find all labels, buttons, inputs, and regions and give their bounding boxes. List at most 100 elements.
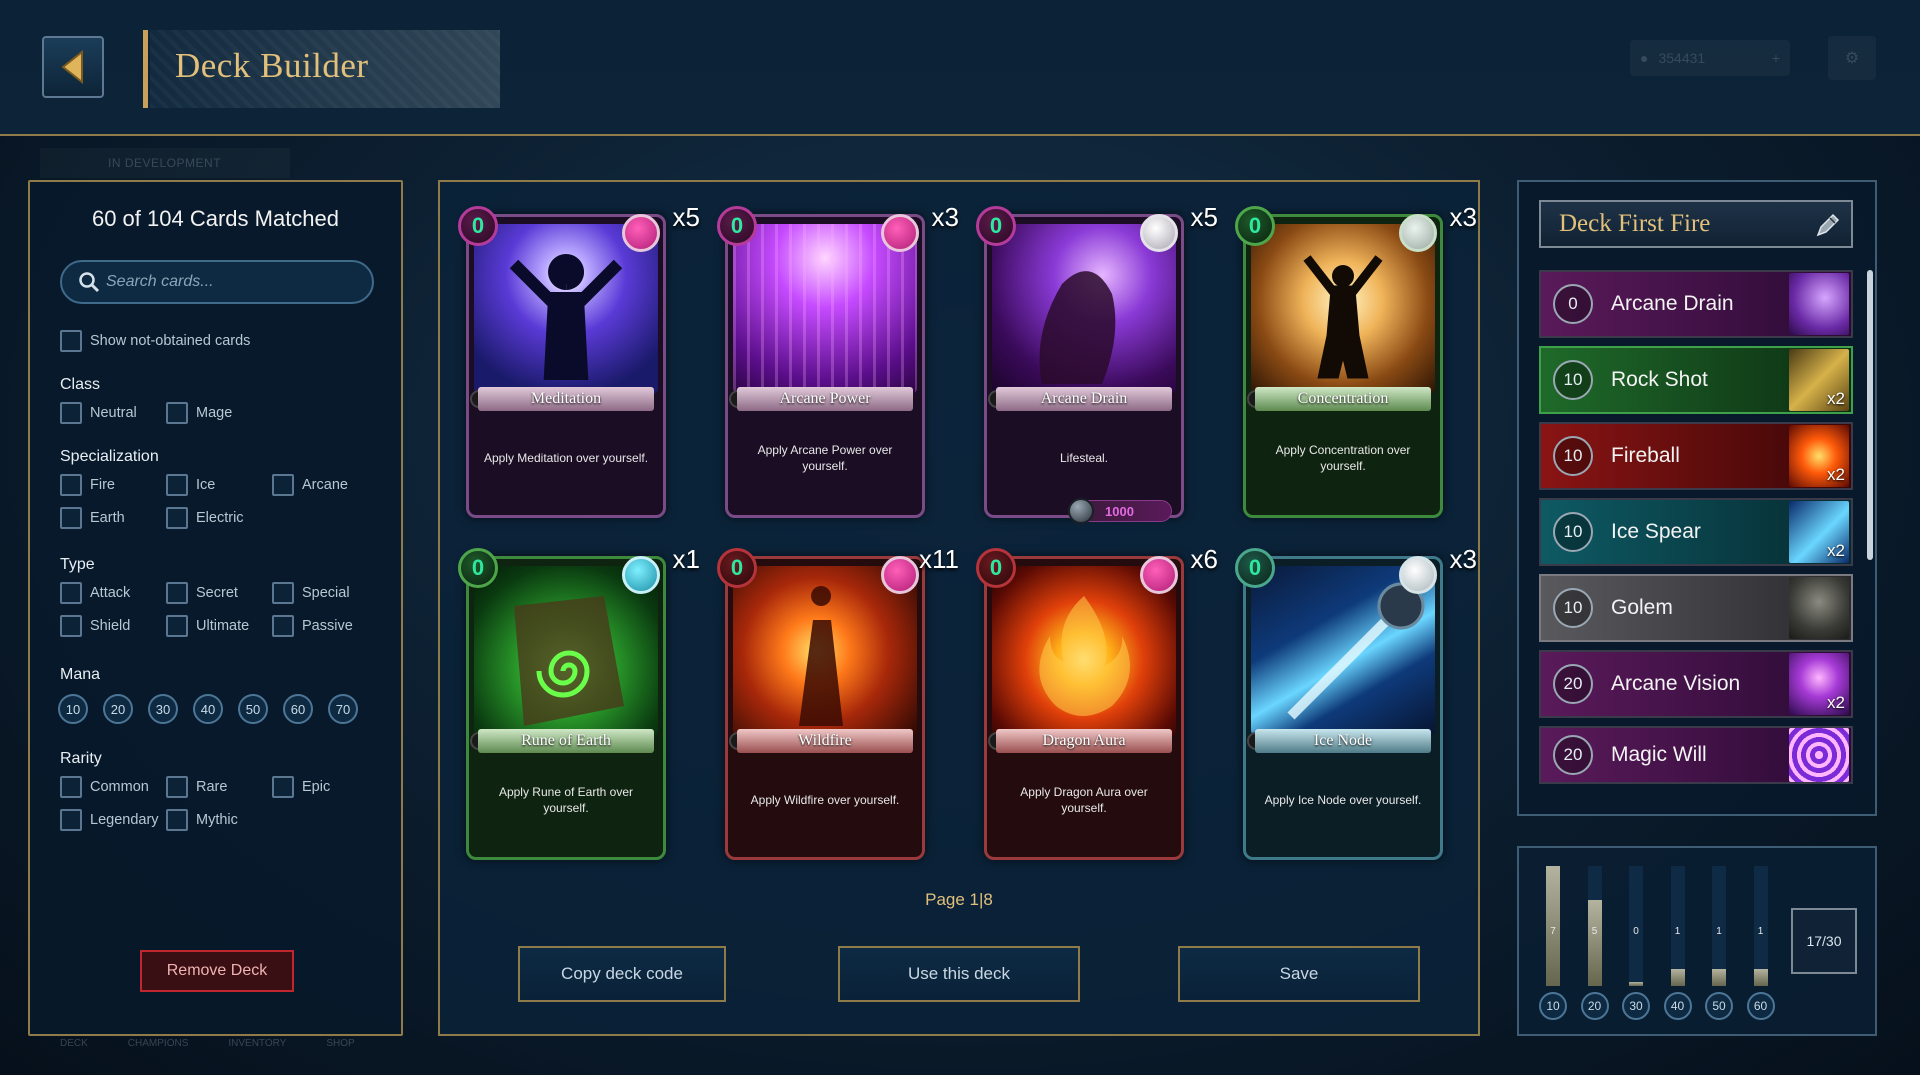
mana-curve-count: 5: [1591, 926, 1598, 937]
mana-filter-50[interactable]: 50: [238, 694, 268, 724]
checkbox[interactable]: [272, 582, 294, 604]
mana-filter-40[interactable]: 40: [193, 694, 223, 724]
deck-name-field[interactable]: Deck First Fire: [1539, 200, 1853, 248]
checkbox[interactable]: [166, 402, 188, 424]
checkbox[interactable]: [60, 402, 82, 424]
checkbox-label: Common: [90, 779, 149, 795]
card-meditation[interactable]: Meditation Apply Meditation over yoursel…: [458, 202, 700, 518]
filter-type-passive[interactable]: Passive: [272, 615, 353, 637]
card-art: [992, 224, 1176, 394]
filter-rarity-rare[interactable]: Rare: [166, 776, 227, 798]
filter-spec-earth[interactable]: Earth: [60, 507, 125, 529]
filter-type-ultimate[interactable]: Ultimate: [166, 615, 249, 637]
dev-badge: IN DEVELOPMENT: [40, 148, 290, 178]
checkbox-label: Earth: [90, 510, 125, 526]
mana-curve-label: 20: [1580, 992, 1609, 1020]
nav-inventory[interactable]: INVENTORY: [228, 1038, 286, 1049]
filter-spec-fire[interactable]: Fire: [60, 474, 115, 496]
card-ice-node[interactable]: Ice Node Apply Ice Node over yourself. 0…: [1235, 544, 1477, 860]
mana-curve-count: 1: [1716, 926, 1722, 937]
card-mana-cost: 0: [717, 548, 757, 588]
checkbox[interactable]: [166, 776, 188, 798]
mana-filter-10[interactable]: 10: [58, 694, 88, 724]
pencil-edit-icon[interactable]: [1813, 210, 1843, 240]
mana-filter-20[interactable]: 20: [103, 694, 133, 724]
checkbox[interactable]: [272, 474, 294, 496]
checkbox[interactable]: [166, 507, 188, 529]
checkbox[interactable]: [272, 615, 294, 637]
filter-type-secret[interactable]: Secret: [166, 582, 238, 604]
search-box[interactable]: [60, 260, 374, 304]
deck-item-arcane-vision[interactable]: 20 Arcane Vision x2: [1539, 650, 1853, 718]
card-name: Arcane Power: [737, 387, 913, 411]
filter-spec-arcane[interactable]: Arcane: [272, 474, 348, 496]
deck-scrollbar[interactable]: [1867, 270, 1873, 560]
mana-curve-label: 50: [1705, 992, 1733, 1020]
mana-filter-60[interactable]: 60: [283, 694, 313, 724]
filter-spec-ice[interactable]: Ice: [166, 474, 215, 496]
filter-spec-electric[interactable]: Electric: [166, 507, 244, 529]
mana-filter-30[interactable]: 30: [148, 694, 178, 724]
card-arcane-power[interactable]: Arcane Power Apply Arcane Power over you…: [717, 202, 959, 518]
search-icon: [79, 272, 100, 293]
card-wildfire[interactable]: Wildfire Apply Wildfire over yourself. 0…: [717, 544, 959, 860]
coin-icon: ●: [1640, 50, 1649, 66]
save-button[interactable]: Save: [1178, 946, 1420, 1002]
remove-deck-button[interactable]: Remove Deck: [140, 950, 294, 992]
checkbox[interactable]: [166, 582, 188, 604]
card-rune-of-earth[interactable]: Rune of Earth Apply Rune of Earth over y…: [458, 544, 700, 860]
filter-type-attack[interactable]: Attack: [60, 582, 130, 604]
card-name: Ice Node: [1255, 729, 1431, 753]
deck-item-multiplier: x2: [1827, 541, 1845, 560]
filter-rarity-common[interactable]: Common: [60, 776, 149, 798]
card-count: x11: [919, 544, 959, 574]
deck-item-golem[interactable]: 10 Golem: [1539, 574, 1853, 642]
back-button[interactable]: [42, 36, 104, 98]
add-currency-icon[interactable]: +: [1772, 50, 1780, 66]
checkbox[interactable]: [60, 474, 82, 496]
card-dragon-aura[interactable]: Dragon Aura Apply Dragon Aura over yours…: [976, 544, 1218, 860]
deck-item-ice-spear[interactable]: 10 Ice Spear x2: [1539, 498, 1853, 566]
deck-item-fireball[interactable]: 10 Fireball x2: [1539, 422, 1853, 490]
nav-champions[interactable]: CHAMPIONS: [128, 1038, 189, 1049]
mana-curve-bar: [1712, 969, 1726, 986]
checkbox[interactable]: [60, 809, 82, 831]
copy-deck-code-button[interactable]: Copy deck code: [518, 946, 726, 1002]
filter-rarity-legendary[interactable]: Legendary: [60, 809, 159, 831]
card-arcane-drain[interactable]: Arcane Drain Lifesteal. 0 x5 1000: [976, 202, 1218, 524]
filter-class-mage[interactable]: Mage: [166, 402, 232, 424]
checkbox[interactable]: [272, 776, 294, 798]
mana-curve-label: 30: [1622, 992, 1650, 1020]
card-concentration[interactable]: Concentration Apply Concentration over y…: [1235, 202, 1477, 518]
settings-button[interactable]: ⚙: [1828, 36, 1876, 80]
search-input[interactable]: [106, 273, 346, 291]
deck-item-arcane-drain[interactable]: 0 Arcane Drain: [1539, 270, 1853, 338]
deck-item-cost: 20: [1553, 735, 1593, 775]
use-this-deck-button[interactable]: Use this deck: [838, 946, 1080, 1002]
filter-class-neutral[interactable]: Neutral: [60, 402, 137, 424]
checkbox[interactable]: [60, 507, 82, 529]
filter-rarity-mythic[interactable]: Mythic: [166, 809, 238, 831]
currency-display: ● 354431 +: [1630, 40, 1790, 76]
checkbox[interactable]: [166, 615, 188, 637]
checkbox[interactable]: [166, 474, 188, 496]
deck-item-thumbnail: x2: [1789, 349, 1849, 411]
nav-shop[interactable]: SHOP: [326, 1038, 354, 1049]
checkbox[interactable]: [60, 615, 82, 637]
checkbox[interactable]: [60, 776, 82, 798]
mana-filter-70[interactable]: 70: [328, 694, 358, 724]
deck-item-rock-shot[interactable]: 10 Rock Shot x2: [1539, 346, 1853, 414]
mana-curve-label: 10: [1539, 992, 1567, 1020]
earth-gem-icon: [622, 556, 660, 594]
filter-type-shield[interactable]: Shield: [60, 615, 130, 637]
checkbox[interactable]: [60, 330, 82, 352]
deck-item-magic-will[interactable]: 20 Magic Will: [1539, 726, 1853, 784]
nav-deck[interactable]: DECK: [60, 1038, 88, 1049]
show-not-obtained-checkbox[interactable]: Show not-obtained cards: [60, 330, 250, 352]
card-description: Lifesteal.: [1059, 451, 1109, 466]
filter-type-special[interactable]: Special: [272, 582, 350, 604]
filter-rarity-epic[interactable]: Epic: [272, 776, 330, 798]
checkbox[interactable]: [166, 809, 188, 831]
checkbox-label: Show not-obtained cards: [90, 333, 251, 349]
checkbox[interactable]: [60, 582, 82, 604]
